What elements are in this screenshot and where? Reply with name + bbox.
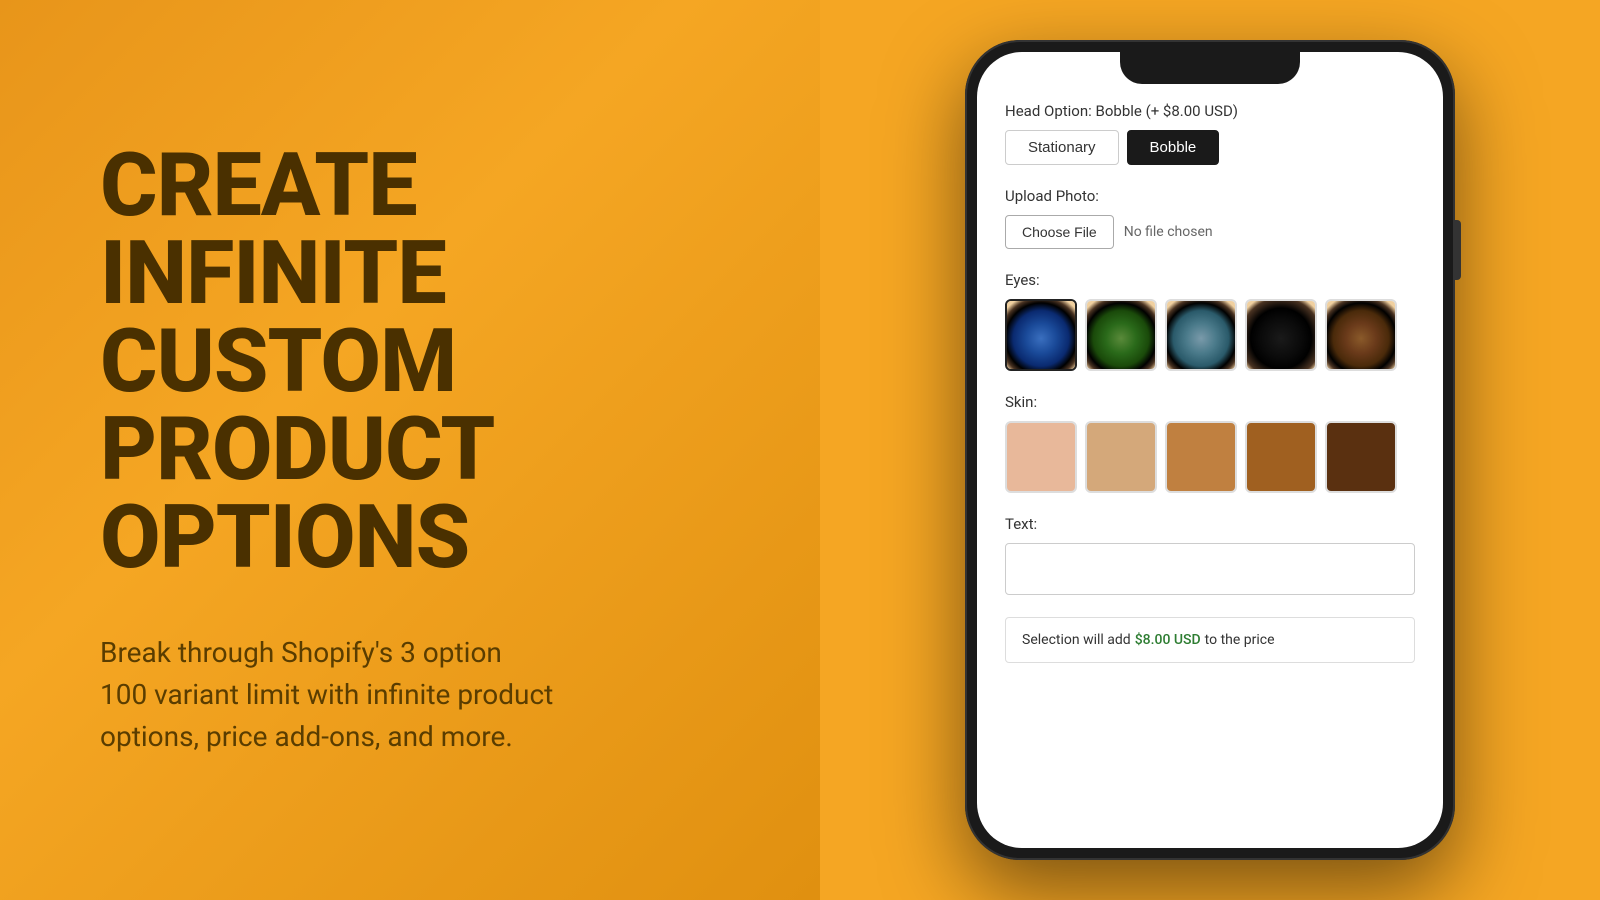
phone-screen: Head Option: Bobble (+ $8.00 USD) Statio… (977, 52, 1443, 848)
left-section: CREATE INFINITE CUSTOM PRODUCT OPTIONS B… (0, 0, 820, 900)
head-option-label: Head Option: Bobble (+ $8.00 USD) (1005, 102, 1415, 120)
skin-swatch-5[interactable] (1325, 421, 1397, 493)
price-suffix: to the price (1205, 632, 1275, 648)
price-notice-section: Selection will add $8.00 USD to the pric… (1005, 617, 1415, 663)
skin-swatch-3[interactable] (1165, 421, 1237, 493)
eyes-section: Eyes: (1005, 271, 1415, 371)
eye-grey-img (1167, 301, 1235, 369)
head-option-section: Head Option: Bobble (+ $8.00 USD) Statio… (1005, 102, 1415, 165)
head-option-key: Head Option: (1005, 102, 1092, 120)
eye-swatch-green[interactable] (1085, 299, 1157, 371)
skin-swatch-2[interactable] (1085, 421, 1157, 493)
text-input[interactable] (1005, 543, 1415, 595)
head-option-value: Bobble (+ $8.00 USD) (1096, 102, 1239, 120)
eye-swatch-grey[interactable] (1165, 299, 1237, 371)
price-notice: Selection will add $8.00 USD to the pric… (1005, 617, 1415, 663)
right-section: Head Option: Bobble (+ $8.00 USD) Statio… (820, 0, 1600, 900)
bobble-button[interactable]: Bobble (1127, 130, 1220, 165)
text-section: Text: (1005, 515, 1415, 595)
headline: CREATE INFINITE CUSTOM PRODUCT OPTIONS (100, 142, 740, 582)
eye-swatch-blue[interactable] (1005, 299, 1077, 371)
eye-dark-img (1247, 301, 1315, 369)
file-upload-row: Choose File No file chosen (1005, 215, 1415, 249)
skin-swatch-4[interactable] (1245, 421, 1317, 493)
phone-mockup: Head Option: Bobble (+ $8.00 USD) Statio… (965, 40, 1455, 860)
text-label: Text: (1005, 515, 1415, 533)
upload-photo-label: Upload Photo: (1005, 187, 1415, 205)
skin-label: Skin: (1005, 393, 1415, 411)
headline-line3: PRODUCT OPTIONS (100, 398, 492, 589)
subtext: Break through Shopify's 3 option100 vari… (100, 632, 740, 758)
eye-blue-img (1007, 301, 1075, 369)
eyes-swatch-row (1005, 299, 1415, 371)
upload-photo-section: Upload Photo: Choose File No file chosen (1005, 187, 1415, 249)
stationary-button[interactable]: Stationary (1005, 130, 1119, 165)
screen-content: Head Option: Bobble (+ $8.00 USD) Statio… (977, 52, 1443, 848)
skin-section: Skin: (1005, 393, 1415, 493)
headline-line2: INFINITE CUSTOM (100, 222, 456, 413)
eyes-label: Eyes: (1005, 271, 1415, 289)
phone-side-button (1455, 220, 1461, 280)
no-file-text: No file chosen (1124, 224, 1213, 240)
price-prefix: Selection will add (1022, 632, 1131, 648)
skin-swatch-1[interactable] (1005, 421, 1077, 493)
eye-brown-img (1327, 301, 1395, 369)
eye-swatch-dark[interactable] (1245, 299, 1317, 371)
eye-green-img (1087, 301, 1155, 369)
eye-swatch-brown[interactable] (1325, 299, 1397, 371)
phone-notch (1120, 52, 1300, 84)
choose-file-button[interactable]: Choose File (1005, 215, 1114, 249)
head-option-buttons: Stationary Bobble (1005, 130, 1415, 165)
skin-swatch-row (1005, 421, 1415, 493)
price-value: $8.00 USD (1135, 632, 1201, 648)
